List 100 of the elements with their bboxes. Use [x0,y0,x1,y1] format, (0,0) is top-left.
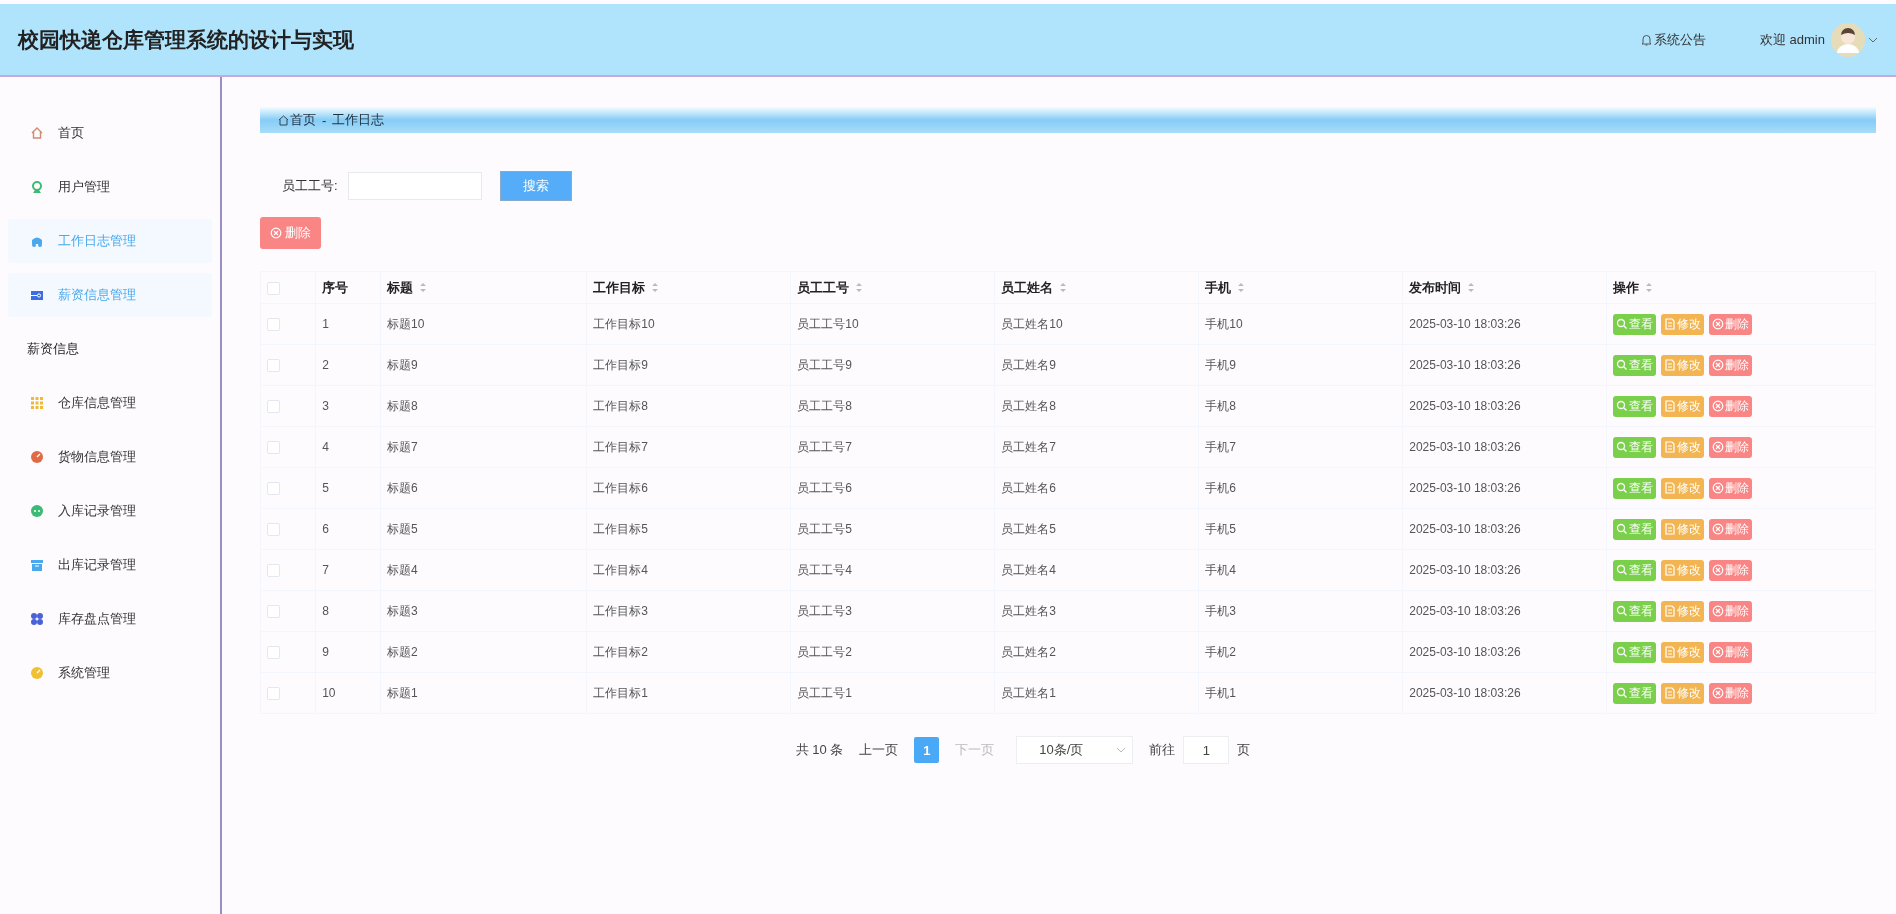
column-header[interactable]: 工作目标 [593,278,660,297]
sidebar-item[interactable]: 出库记录管理 [8,543,212,587]
view-button[interactable]: 查看 [1613,641,1657,663]
sort-icon[interactable] [651,282,660,293]
edit-button[interactable]: 修改 [1661,682,1705,704]
user-icon [30,180,44,194]
page-input[interactable]: 1 [1183,736,1230,764]
edit-button[interactable]: 修改 [1661,600,1705,622]
delete-button[interactable]: 删除 [1709,682,1753,704]
checkbox[interactable] [267,564,280,578]
table-cell: 2025-03-10 18:03:26 [1409,358,1521,372]
table-cell: 9 [322,645,329,659]
delete-button[interactable]: 删除 [1709,477,1753,499]
view-button[interactable]: 查看 [1613,518,1657,540]
total-count: 共 10 条 [795,741,844,759]
checkbox[interactable] [267,318,280,332]
edit-button[interactable]: 修改 [1661,395,1705,417]
column-header[interactable]: 标题 [386,278,427,297]
table-cell: 2025-03-10 18:03:26 [1409,522,1521,536]
table-cell: 8 [322,604,329,618]
checkbox[interactable] [267,687,280,701]
chevron-down-icon[interactable] [1868,35,1878,44]
sort-icon[interactable] [855,282,864,293]
checkbox[interactable] [267,482,280,496]
document-icon [1664,482,1677,494]
delete-button[interactable]: 删除 [1709,641,1753,663]
table-cell: 手机4 [1205,562,1236,577]
sidebar-item[interactable]: 系统管理 [8,651,212,695]
edit-button[interactable]: 修改 [1661,559,1705,581]
column-header[interactable]: 员工工号 [797,278,864,297]
view-button[interactable]: 查看 [1613,559,1657,581]
prev-page-link[interactable]: 上一页 [859,741,899,759]
table-cell: 工作目标7 [593,439,648,454]
sidebar-item[interactable]: 仓库信息管理 [8,381,212,425]
document-icon [1664,605,1677,617]
edit-button[interactable]: 修改 [1661,313,1705,335]
table-cell: 4 [322,440,329,454]
close-circle-icon [1712,523,1725,535]
sidebar-item[interactable]: 首页 [8,111,212,155]
delete-button[interactable]: 删除 [1709,354,1753,376]
view-button[interactable]: 查看 [1613,477,1657,499]
sidebar-item[interactable]: 货物信息管理 [8,435,212,479]
delete-button[interactable]: 删除 [1709,436,1753,458]
sort-icon[interactable] [1059,282,1068,293]
sidebar-item[interactable]: 工作日志管理 [8,219,212,263]
checkbox[interactable] [267,400,280,414]
edit-button[interactable]: 修改 [1661,436,1705,458]
view-button[interactable]: 查看 [1613,395,1657,417]
delete-button[interactable]: 删除 [260,217,321,249]
sidebar-item[interactable]: 薪资信息管理 [8,273,212,317]
table-cell: 工作目标5 [593,521,648,536]
view-button[interactable]: 查看 [1613,682,1657,704]
delete-button[interactable]: 删除 [1709,313,1753,335]
edit-button[interactable]: 修改 [1661,641,1705,663]
search-icon [1616,605,1629,617]
edit-button[interactable]: 修改 [1661,477,1705,499]
notice-link[interactable]: 系统公告 [1640,30,1706,49]
submenu-item[interactable]: 薪资信息 [0,327,220,371]
sidebar-item[interactable]: 入库记录管理 [8,489,212,533]
checkbox[interactable] [267,359,280,373]
checkbox[interactable] [267,646,280,660]
close-circle-icon [1712,605,1725,617]
column-header[interactable]: 发布时间 [1409,278,1476,297]
sidebar-item[interactable]: 库存盘点管理 [8,597,212,641]
close-circle-icon [1712,400,1725,412]
sort-icon[interactable] [1237,282,1246,293]
delete-button[interactable]: 删除 [1709,518,1753,540]
sort-icon[interactable] [418,282,427,293]
view-button[interactable]: 查看 [1613,436,1657,458]
breadcrumb-item[interactable]: 工作日志 [332,111,385,129]
checkbox[interactable] [267,605,280,619]
sort-icon[interactable] [1467,282,1476,293]
delete-button[interactable]: 删除 [1709,395,1753,417]
circle-icon [30,504,44,518]
edit-button[interactable]: 修改 [1661,354,1705,376]
table-cell: 5 [322,481,329,495]
sort-icon[interactable] [1645,282,1654,293]
page-size-select[interactable]: 10条/页 [1016,736,1134,764]
search-button[interactable]: 搜索 [499,171,572,201]
table-cell: 员工姓名1 [1001,685,1056,700]
column-header[interactable]: 员工姓名 [1001,278,1068,297]
checkbox[interactable] [267,441,280,455]
view-button[interactable]: 查看 [1613,354,1657,376]
breadcrumb-item[interactable]: 首页 [278,111,316,129]
checkbox[interactable] [267,523,280,537]
table-cell: 手机3 [1205,603,1236,618]
edit-button[interactable]: 修改 [1661,518,1705,540]
search-icon [1616,400,1629,412]
sidebar-item[interactable]: 用户管理 [8,165,212,209]
column-header[interactable]: 手机 [1205,278,1246,297]
view-button[interactable]: 查看 [1613,313,1657,335]
view-button[interactable]: 查看 [1613,600,1657,622]
delete-button[interactable]: 删除 [1709,559,1753,581]
table-cell: 2025-03-10 18:03:26 [1409,645,1521,659]
checkbox[interactable] [267,282,280,296]
column-header[interactable]: 操作 [1613,278,1654,297]
table-cell: 标题8 [386,398,418,413]
delete-button[interactable]: 删除 [1709,600,1753,622]
page-number[interactable]: 1 [914,737,940,763]
avatar[interactable] [1831,22,1865,57]
